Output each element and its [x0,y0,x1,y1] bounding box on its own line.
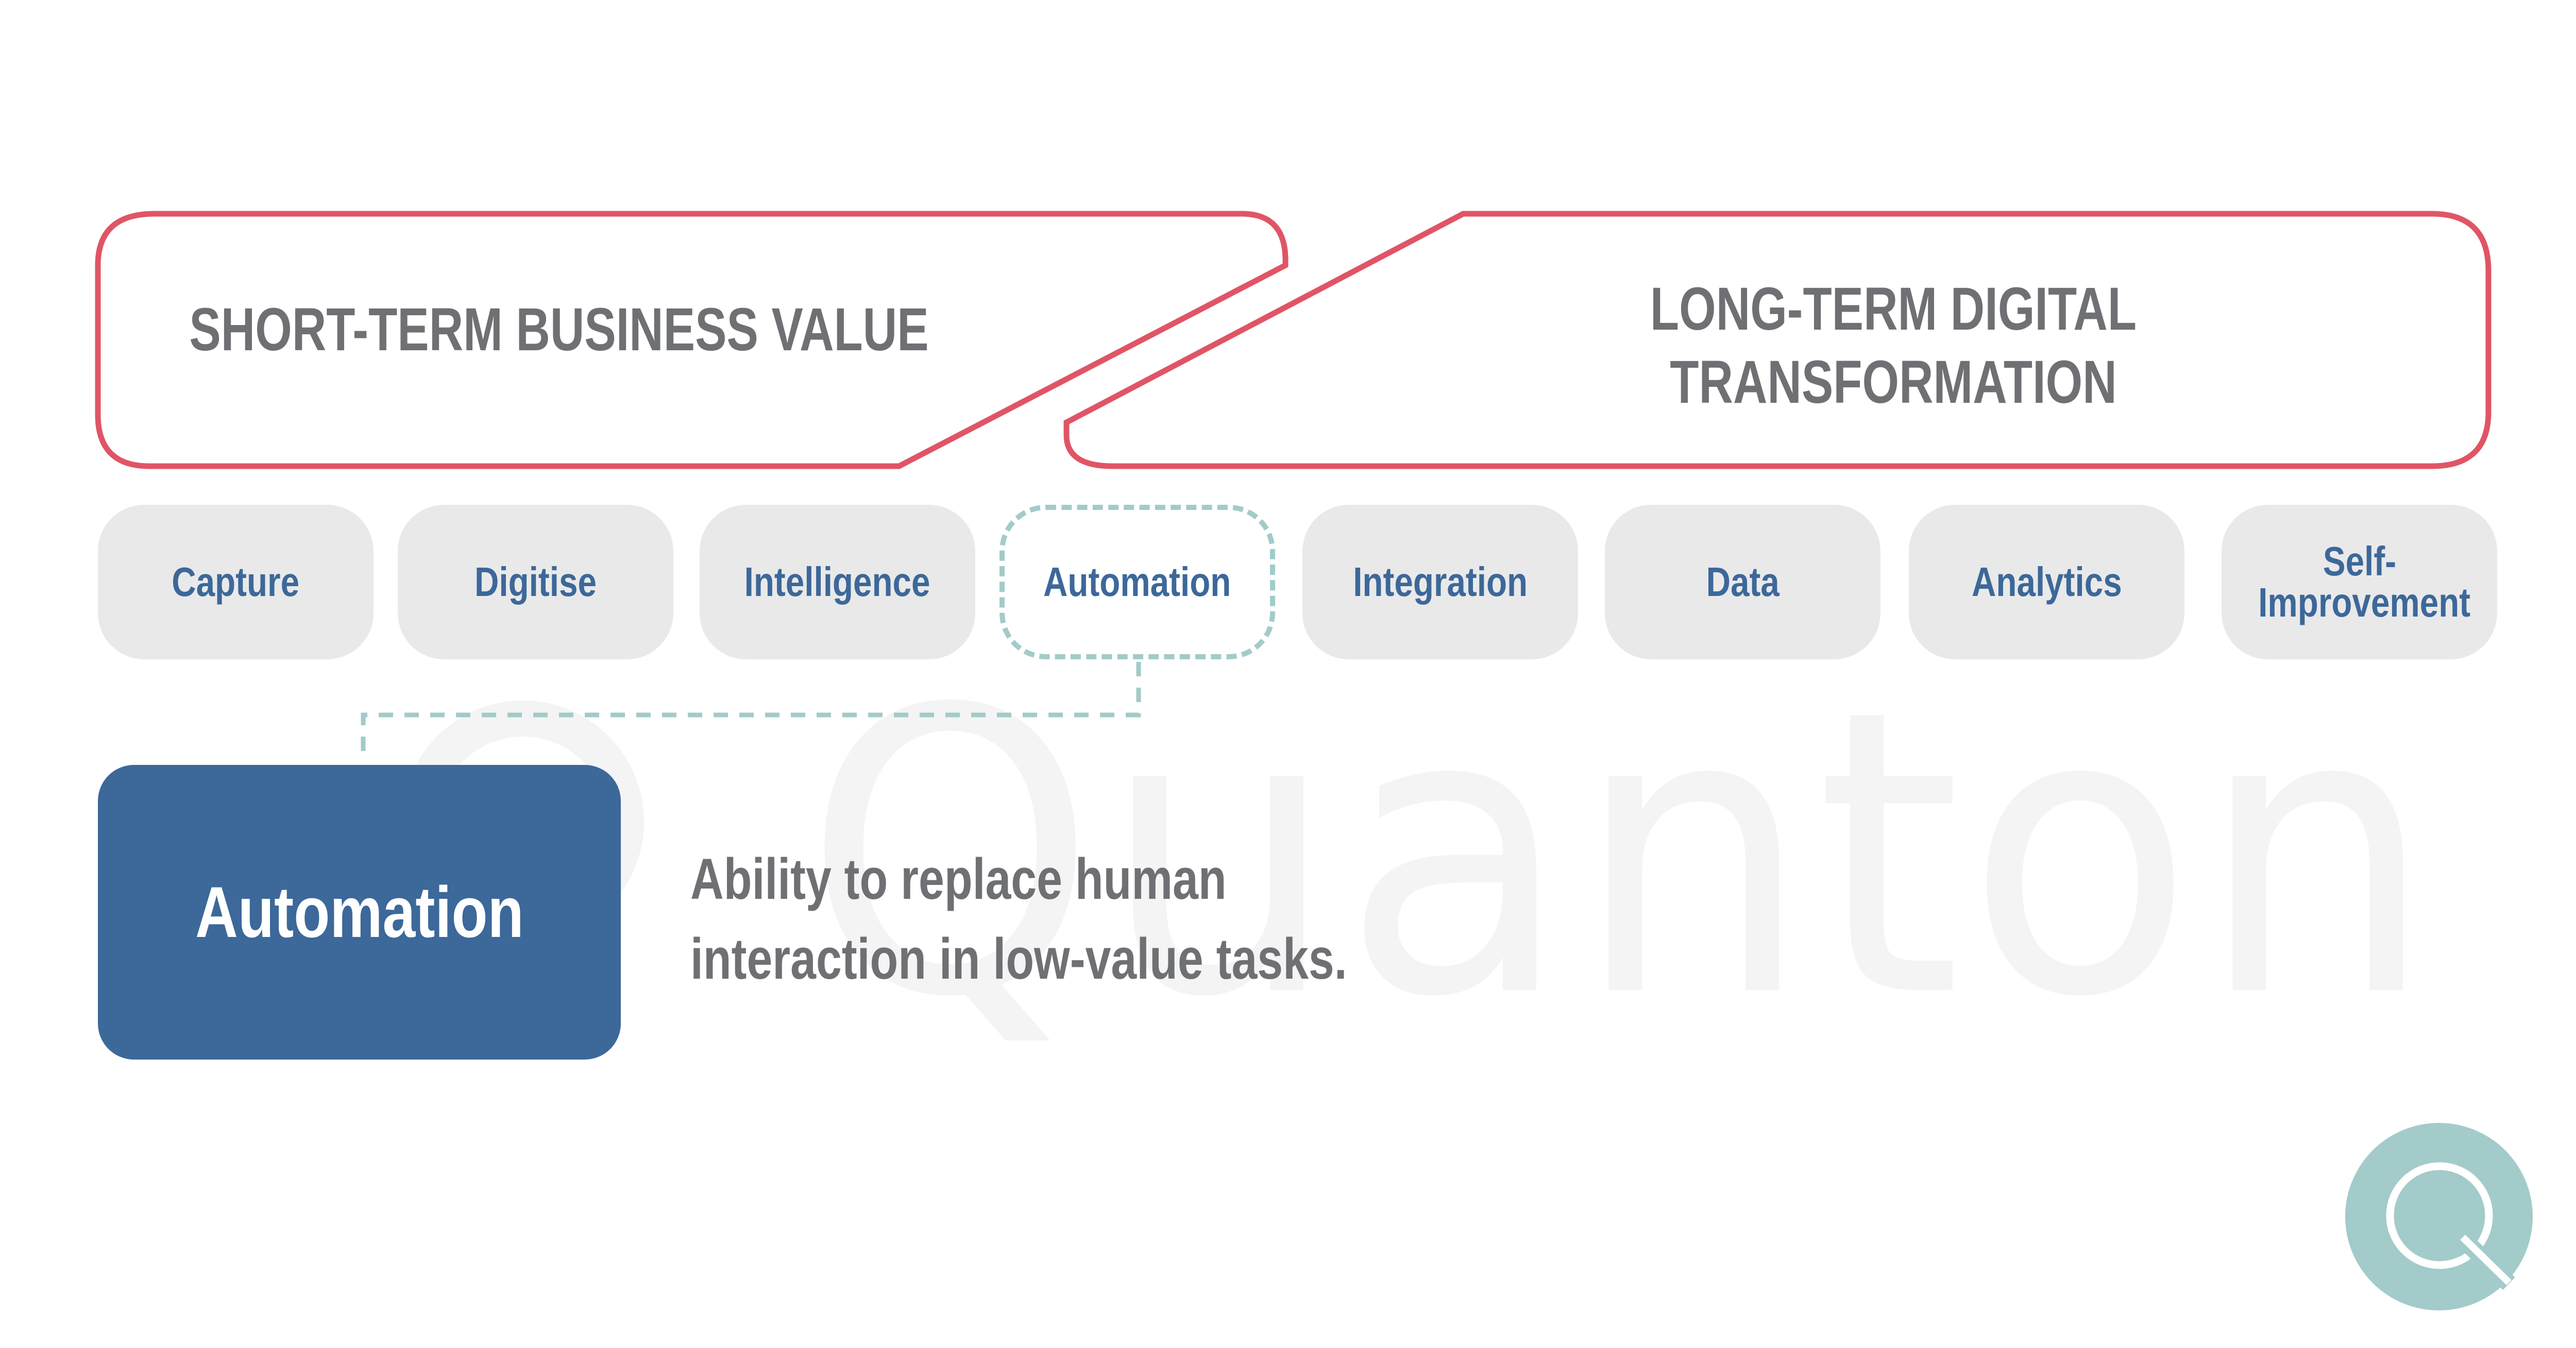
stage-label: Integration [1353,559,1528,605]
stage-intelligence[interactable]: Intelligence [700,505,975,659]
stage-data[interactable]: Data [1605,505,1880,659]
quanton-q-logo-icon [2345,1123,2533,1310]
stage-label: Automation [1043,559,1231,605]
stage-label: Digitise [474,559,597,605]
stage-label: Capture [172,559,300,605]
header-frames [95,211,2492,762]
detail-description-line2: interaction in low-value tasks. [690,926,1347,991]
stage-integration[interactable]: Integration [1302,505,1578,659]
detail-title: Automation [195,872,524,952]
detail-description: Ability to replace human interaction in … [690,840,1432,999]
long-term-label-line1: LONG-TERM DIGITAL [1650,275,2137,343]
short-term-label: SHORT-TERM BUSINESS VALUE [189,296,929,364]
detail-description-line1: Ability to replace human [690,847,1227,911]
long-term-label-line2: TRANSFORMATION [1670,348,2117,416]
stage-label: Self-Improvement [2258,538,2470,625]
stage-self-improvement[interactable]: Self-Improvement [2222,505,2497,659]
detail-title-box: Automation [98,765,621,1060]
stage-analytics[interactable]: Analytics [1909,505,2184,659]
stage-label: Intelligence [744,559,930,605]
stage-automation[interactable]: Automation [999,505,1275,659]
stage-label: Analytics [1971,559,2122,605]
long-term-label: LONG-TERM DIGITAL TRANSFORMATION [1502,273,2285,419]
stage-label: Data [1706,559,1780,605]
connector-dashed-line [361,662,1141,762]
stage-digitise[interactable]: Digitise [398,505,673,659]
stage-capture[interactable]: Capture [98,505,374,659]
